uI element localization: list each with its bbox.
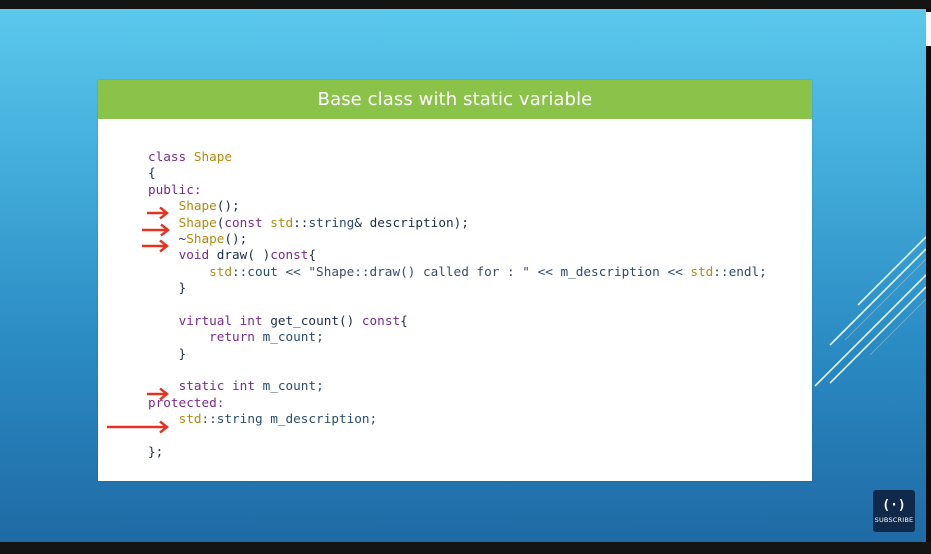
code-block: class Shape{public: Shape(); Shape(const… [148, 149, 767, 460]
subscribe-button[interactable]: (·) SUBSCRIBE [873, 490, 915, 532]
code-line: protected: [148, 394, 225, 410]
code-line: } [148, 280, 187, 296]
freecodecamp-logo-icon: (·) [882, 497, 906, 513]
code-line: std::cout << "Shape::draw() called for :… [209, 263, 767, 279]
code-line: class Shape [148, 149, 233, 164]
code-line: { [148, 165, 156, 181]
code-line: Shape(); [178, 198, 240, 214]
arrow-right-icon [147, 206, 169, 220]
code-line: void draw( )const{ [178, 247, 317, 263]
code-line: static int m_count; [178, 378, 324, 394]
code-line: Shape(const std::string& description); [178, 214, 469, 230]
code-line: } [148, 345, 187, 361]
arrow-right-icon [147, 387, 169, 401]
code-line: virtual int get_count() const{ [178, 312, 408, 328]
code-card: Base class with static variable class Sh… [98, 80, 812, 481]
subscribe-label: SUBSCRIBE [874, 515, 914, 524]
code-line: std::string m_description; [178, 411, 378, 427]
arrow-right-icon [142, 239, 169, 253]
arrow-right-icon [142, 223, 170, 237]
slide-title: Base class with static variable [98, 80, 812, 119]
arrow-right-icon [107, 420, 169, 434]
code-line: }; [148, 444, 164, 460]
code-line: return m_count; [209, 329, 324, 345]
code-line: public: [148, 181, 202, 197]
code-line: ~Shape(); [148, 230, 248, 246]
window-edge-tab [926, 12, 931, 46]
window-edge [926, 9, 931, 542]
